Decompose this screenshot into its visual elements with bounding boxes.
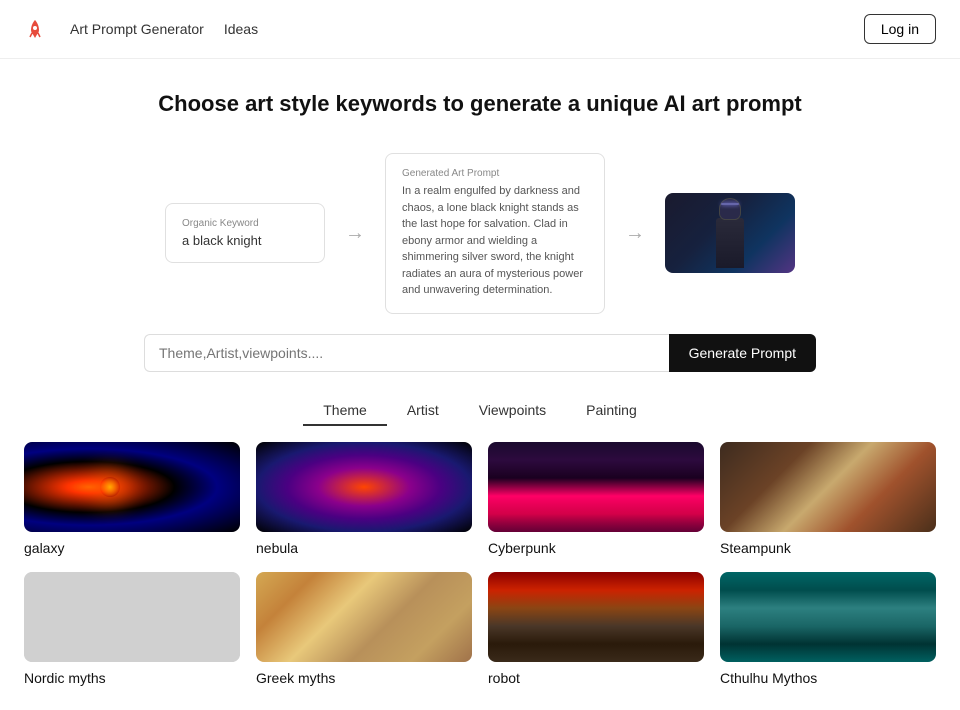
grid-label-nebula: nebula [256, 540, 472, 556]
grid-label-steampunk: Steampunk [720, 540, 936, 556]
rocket-logo-icon [24, 18, 46, 40]
grid-item-cyberpunk[interactable]: Cyberpunk [488, 442, 704, 556]
arrow-icon-1: → [345, 222, 365, 245]
tab-artist[interactable]: Artist [387, 396, 459, 426]
grid-image-nebula [256, 442, 472, 532]
demo-result-image [665, 193, 795, 273]
tabs-container: ThemeArtistViewpointsPainting [0, 396, 960, 426]
arrow-icon-2: → [625, 222, 645, 245]
tab-theme[interactable]: Theme [303, 396, 387, 426]
generate-prompt-button[interactable]: Generate Prompt [669, 334, 816, 372]
organic-value: a black knight [182, 233, 308, 248]
grid-label-greek-myths: Greek myths [256, 670, 472, 686]
grid-image-nordic-myths [24, 572, 240, 662]
login-button[interactable]: Log in [864, 14, 936, 44]
grid-item-robot[interactable]: robot [488, 572, 704, 686]
grid-label-nordic-myths: Nordic myths [24, 670, 240, 686]
hero-title: Choose art style keywords to generate a … [24, 91, 936, 117]
grid-label-cyberpunk: Cyberpunk [488, 540, 704, 556]
generated-prompt-box: Generated Art Prompt In a realm engulfed… [385, 153, 605, 314]
grid-item-nebula[interactable]: nebula [256, 442, 472, 556]
grid-image-galaxy [24, 442, 240, 532]
generated-value: In a realm engulfed by darkness and chao… [402, 183, 588, 299]
search-container: Generate Prompt [120, 334, 840, 372]
hero-section: Choose art style keywords to generate a … [0, 59, 960, 137]
navbar-left: Art Prompt Generator Ideas [24, 18, 258, 40]
grid-label-robot: robot [488, 670, 704, 686]
search-input[interactable] [144, 334, 669, 372]
organic-keyword-box: Organic Keyword a black knight [165, 203, 325, 263]
grid-item-steampunk[interactable]: Steampunk [720, 442, 936, 556]
demo-container: Organic Keyword a black knight → Generat… [120, 153, 840, 314]
grid-label-galaxy: galaxy [24, 540, 240, 556]
grid-image-cthulhu-mythos [720, 572, 936, 662]
grid-item-cthulhu-mythos[interactable]: Cthulhu Mythos [720, 572, 936, 686]
navbar: Art Prompt Generator Ideas Log in [0, 0, 960, 59]
grid-label-cthulhu-mythos: Cthulhu Mythos [720, 670, 936, 686]
grid-image-steampunk [720, 442, 936, 532]
grid-image-cyberpunk [488, 442, 704, 532]
grid-item-nordic-myths[interactable]: Nordic myths [24, 572, 240, 686]
grid-item-greek-myths[interactable]: Greek myths [256, 572, 472, 686]
theme-grid: galaxy nebula Cyberpunk Steampunk Nordic myt… [0, 442, 960, 710]
tab-viewpoints[interactable]: Viewpoints [459, 396, 566, 426]
nav-link-ideas[interactable]: Ideas [224, 21, 258, 37]
grid-item-galaxy[interactable]: galaxy [24, 442, 240, 556]
generated-label: Generated Art Prompt [402, 168, 588, 179]
nav-links: Art Prompt Generator Ideas [70, 21, 258, 37]
tab-painting[interactable]: Painting [566, 396, 657, 426]
grid-image-robot [488, 572, 704, 662]
organic-label: Organic Keyword [182, 218, 308, 229]
nav-link-art-prompt[interactable]: Art Prompt Generator [70, 21, 204, 37]
grid-image-greek-myths [256, 572, 472, 662]
